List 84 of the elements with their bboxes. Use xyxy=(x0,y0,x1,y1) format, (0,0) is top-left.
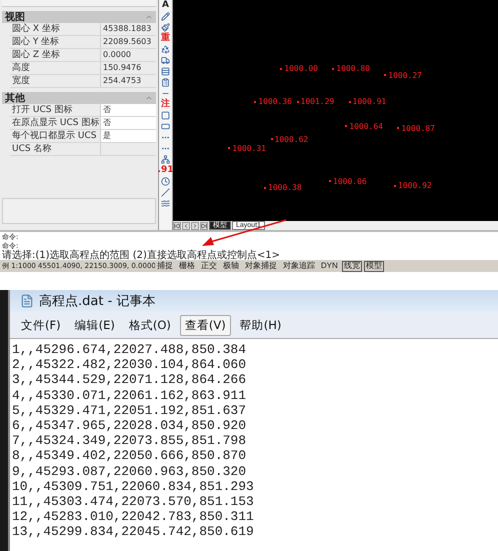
document-icon xyxy=(20,294,34,308)
last-icon[interactable] xyxy=(200,222,208,230)
rows-icon[interactable] xyxy=(161,67,170,76)
elevation-label: 1000.31 xyxy=(228,144,266,153)
status-toggle[interactable]: 对象追踪 xyxy=(280,260,317,272)
clipboard-icon[interactable] xyxy=(161,78,170,87)
property-label: 圆心 X 坐标 xyxy=(11,23,61,35)
property-label: 高度 xyxy=(11,62,31,74)
section-header[interactable]: 其他 xyxy=(2,92,156,104)
tool-button[interactable]: 重 xyxy=(161,34,170,43)
property-label: 在原点显示 UCS 图标 xyxy=(11,117,100,129)
elevation-label: 1000.64 xyxy=(345,122,383,131)
data-line: 4,,45330.071,22061.162,863.911 xyxy=(12,388,248,403)
data-line: 8,,45349.402,22050.666,850.870 xyxy=(12,448,248,464)
data-line: 3,,45344.529,22071.128,864.266 xyxy=(12,372,248,388)
data-line: 10,,45309.751,22060.834,851.293 xyxy=(12,478,255,494)
network-icon[interactable] xyxy=(161,155,170,164)
property-value[interactable]: 否 xyxy=(100,117,156,129)
data-line: 13,,45299.834,22045.742,850.619 xyxy=(12,524,255,540)
menu-item[interactable]: 帮助(H) xyxy=(234,314,286,336)
first-icon[interactable] xyxy=(173,222,181,230)
property-value: 0.0000 xyxy=(100,49,156,61)
property-value: 150.9476 xyxy=(100,62,156,74)
property-value: 22089.5603 xyxy=(100,36,156,48)
data-line: 12,,45283.010,22042.783,850.311 xyxy=(12,509,255,524)
data-line: 11,,45303.474,22073.570,851.153 xyxy=(12,494,255,510)
elevation-label: 1000.92 xyxy=(394,181,432,190)
recycle-icon[interactable] xyxy=(161,45,170,54)
elevation-label: 1000.06 xyxy=(329,176,367,186)
property-value: 45388.1883 xyxy=(100,23,156,35)
property-value[interactable]: 否 xyxy=(100,104,156,116)
property-label: 每个视口都显示 UCS xyxy=(11,130,98,142)
data-line: 1,,45296.674,22027.488,850.384 xyxy=(12,342,248,358)
next-icon[interactable] xyxy=(191,222,199,230)
elevation-label: 1001.29 xyxy=(296,97,334,106)
window-title: 高程点.dat - 记事本 xyxy=(39,293,156,310)
status-toggle[interactable]: 正交 xyxy=(198,260,219,272)
property-label: 宽度 xyxy=(11,75,31,87)
elevation-label: 1000.62 xyxy=(270,134,308,144)
elevation-label: 1000.91 xyxy=(348,97,386,106)
wave-icon[interactable] xyxy=(161,199,170,208)
slash-icon[interactable] xyxy=(161,188,170,197)
data-line: 9,,45293.087,22060.963,850.320 xyxy=(12,464,248,479)
pencil-icon[interactable] xyxy=(161,12,170,21)
command-prompt: 请选择:(1)选取高程点的范围 (2)直接选取高程点或控制点<1> xyxy=(2,250,281,261)
status-toggle[interactable]: 栅格 xyxy=(176,260,197,272)
status-toggle[interactable]: 模型 xyxy=(364,260,384,272)
brush-icon[interactable] xyxy=(161,23,170,32)
property-label: 圆心 Z 坐标 xyxy=(11,49,61,61)
data-line: 6,,45347.965,22028.034,850.920 xyxy=(12,418,248,434)
data-line: 7,,45324.349,22073.855,851.798 xyxy=(12,433,248,448)
previous-icon[interactable] xyxy=(182,222,190,230)
section-title: 视图 xyxy=(5,10,25,24)
status-toggle[interactable]: 线宽 xyxy=(342,260,362,272)
rectangle-icon[interactable] xyxy=(161,122,170,131)
tool-button[interactable]: A xyxy=(162,1,169,10)
elevation-label: 1000.00 xyxy=(280,64,318,74)
section-header[interactable]: 视图 xyxy=(2,11,156,23)
text-area[interactable] xyxy=(10,338,498,551)
property-label: 打开 UCS 图标 xyxy=(11,104,74,116)
data-line: 2,,45322.482,22030.104,864.060 xyxy=(12,357,248,372)
menu-item[interactable]: 格式(O) xyxy=(124,314,176,336)
clock-icon[interactable] xyxy=(161,177,170,186)
elevation-label: 1000.36 xyxy=(254,97,292,106)
elevation-label: 1000.80 xyxy=(332,64,370,74)
truck-icon[interactable] xyxy=(161,56,170,65)
status-toggle[interactable]: 极轴 xyxy=(220,260,241,272)
menu-item[interactable]: 文件(F) xyxy=(16,314,66,336)
property-value: 254.4753 xyxy=(100,75,156,87)
elevation-label: 1000.27 xyxy=(384,70,422,80)
property-label: 圆心 Y 坐标 xyxy=(11,36,60,48)
data-line: 5,,45329.471,22051.192,851.637 xyxy=(12,402,248,418)
elevation-label: 1000.87 xyxy=(397,124,435,133)
menu-item[interactable]: 编辑(E) xyxy=(70,314,120,336)
square-icon[interactable] xyxy=(161,111,170,120)
tool-button[interactable]: 注 xyxy=(161,100,170,109)
menu-item[interactable]: 查看(V) xyxy=(180,314,231,336)
status-toggle[interactable]: 捕捉 xyxy=(154,260,175,272)
section-title: 其他 xyxy=(5,92,25,104)
property-label: UCS 名称 xyxy=(11,143,52,155)
property-value[interactable]: 是 xyxy=(100,130,156,142)
elevation-label: 1000.38 xyxy=(264,183,302,192)
tool-button[interactable]: .91 xyxy=(158,166,174,175)
status-toggle[interactable]: 对象捕捉 xyxy=(242,260,279,272)
